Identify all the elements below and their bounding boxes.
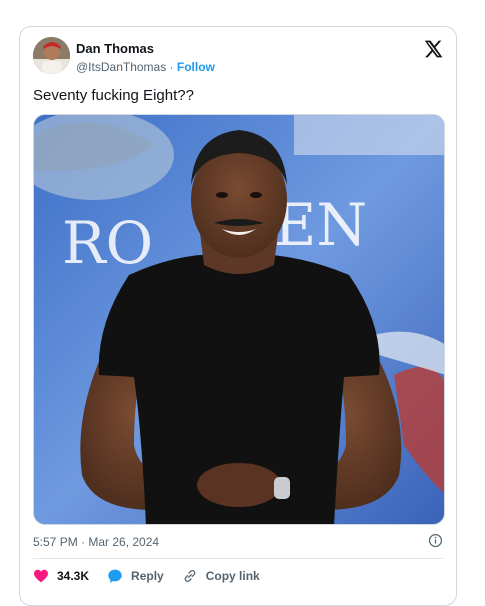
author-name[interactable]: Dan Thomas bbox=[76, 41, 154, 56]
divider bbox=[33, 558, 443, 559]
info-icon[interactable] bbox=[428, 533, 443, 548]
tweet-media-photo[interactable]: RO EN bbox=[33, 114, 445, 525]
like-count: 34.3K bbox=[57, 569, 90, 583]
tweet-card[interactable]: Dan Thomas @ItsDanThomas · Follow Sevent… bbox=[19, 26, 457, 606]
link-icon bbox=[184, 570, 195, 582]
speech-bubble-icon bbox=[108, 569, 122, 583]
like-button[interactable]: 34.3K bbox=[33, 568, 89, 584]
reply-button[interactable]: Reply bbox=[107, 568, 164, 584]
avatar[interactable] bbox=[33, 37, 70, 74]
tweet-text: Seventy fucking Eight?? bbox=[33, 87, 194, 104]
copy-link-label: Copy link bbox=[205, 569, 260, 583]
reply-label: Reply bbox=[131, 569, 164, 583]
copy-link-button[interactable]: Copy link bbox=[182, 568, 260, 584]
avatar-image bbox=[33, 37, 70, 74]
heart-icon bbox=[34, 569, 48, 583]
tweet-timestamp[interactable]: 5:57 PM · Mar 26, 2024 bbox=[33, 535, 159, 549]
tweet-actions: 34.3K Reply Copy link bbox=[33, 565, 278, 587]
svg-text:RO: RO bbox=[62, 209, 153, 277]
tweet-header: Dan Thomas @ItsDanThomas · Follow bbox=[33, 37, 443, 77]
svg-text:EN: EN bbox=[274, 191, 367, 259]
author-handle-line: @ItsDanThomas · Follow bbox=[76, 60, 215, 74]
author-handle[interactable]: @ItsDanThomas bbox=[76, 60, 166, 74]
handle-separator: · bbox=[166, 60, 177, 74]
follow-button[interactable]: Follow bbox=[177, 60, 215, 74]
photo-image: RO EN bbox=[34, 115, 444, 524]
x-logo-icon[interactable] bbox=[423, 39, 443, 59]
